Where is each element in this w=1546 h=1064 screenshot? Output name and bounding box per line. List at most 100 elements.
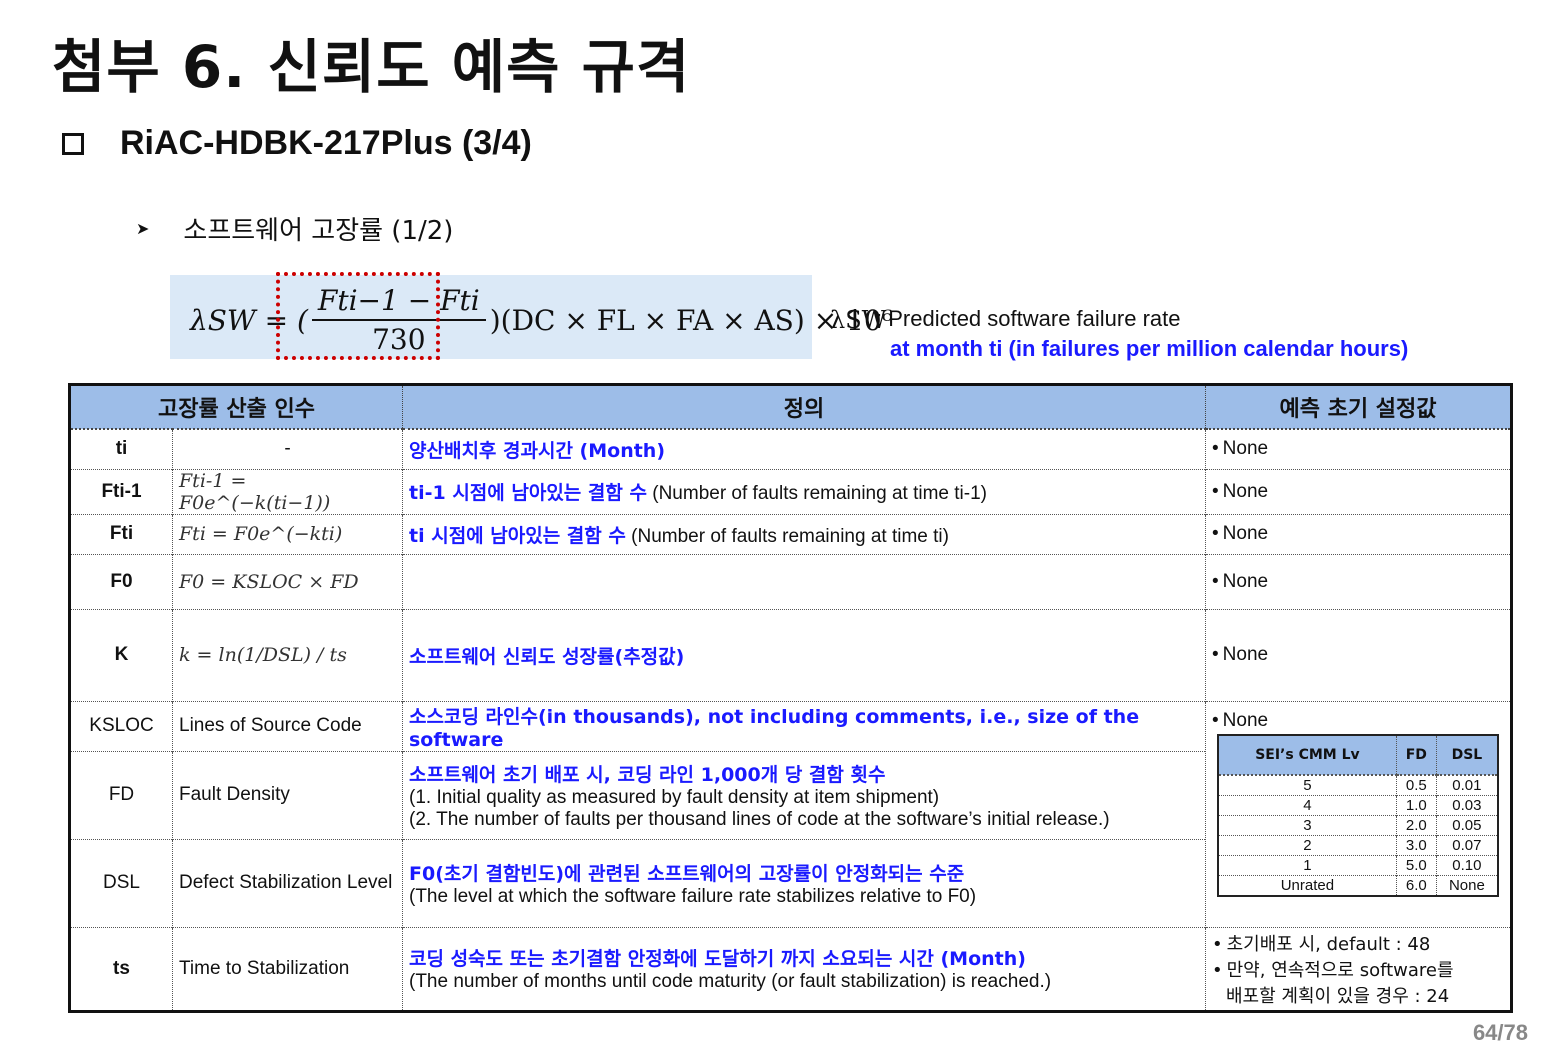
initial-value-line1: 초기배포 시, default : 48 [1226, 933, 1431, 955]
initial-value-sei: • None SEI’s CMM Lv FD DSL 5 0.5 0.01 4 1.0 0… [1205, 700, 1512, 927]
factor-definition: 소스코딩 라인수(in thousands), not including co… [402, 700, 1206, 751]
factor-definition: 소프트웨어 초기 배포 시, 코딩 라인 1,000개 당 결함 횟수 (1. … [402, 750, 1206, 839]
sei-cmm-table: SEI’s CMM Lv FD DSL 5 0.5 0.01 4 1.0 0.03 32… [1217, 733, 1499, 897]
factor-name: Lines of Source Code [172, 700, 403, 751]
sei-dsl: 0.07 [1435, 834, 1498, 855]
initial-value-text: None [1222, 523, 1269, 544]
header-definition: 정의 [402, 384, 1206, 430]
factor-definition: 소프트웨어 신뢰도 성장률(추정값) [402, 608, 1206, 701]
factor-symbol: DSL [69, 838, 173, 927]
table-row: ts Time to Stabilization 코딩 성숙도 또는 초기결함 … [69, 926, 1512, 1011]
initial-value-line3: 배포할 계획이 있을 경우 : 24 [1226, 985, 1450, 1007]
page-title: 첨부 6. 신뢰도 예측 규격 [52, 33, 691, 101]
definition-korean: 코딩 성숙도 또는 초기결함 안정화에 도달하기 까지 소요되는 시간 (Mon… [409, 948, 1026, 970]
checkbox-icon [62, 132, 84, 155]
factor-name: Time to Stabilization [172, 926, 403, 1011]
factor-symbol: FD [69, 750, 173, 839]
sei-fd: 2.0 [1395, 814, 1437, 835]
sei-fd: 5.0 [1395, 854, 1437, 875]
sei-row: 3 2.0 0.05 [1217, 814, 1498, 835]
definition-english: (Number of faults remaining at time ti) [631, 525, 949, 547]
sei-dsl: 0.03 [1435, 794, 1498, 815]
initial-value-text: None [1222, 709, 1269, 731]
initial-value: • None [1205, 428, 1512, 469]
sei-level: 2 [1217, 834, 1397, 855]
factor-definition: ti 시점에 남아있는 결함 수 (Number of faults remai… [402, 513, 1206, 554]
factor-name: Fault Density [172, 750, 403, 839]
factor-symbol: F0 [69, 553, 173, 609]
sei-fd: 1.0 [1395, 794, 1437, 815]
table-header-row: 고장률 산출 인수 정의 예측 초기 설정값 [69, 384, 1512, 430]
factor-equation: - [172, 428, 403, 469]
definition-korean: ti 시점에 남아있는 결함 수 [409, 524, 626, 547]
initial-value: • None [1205, 513, 1512, 554]
factor-symbol: Fti-1 [69, 468, 173, 514]
definition-korean: F0(초기 결함빈도)에 관련된 소프트웨어의 고장률이 안정화되는 수준 [409, 862, 965, 885]
factor-definition: ti-1 시점에 남아있는 결함 수 (Number of faults rem… [402, 468, 1206, 514]
initial-value-text: None [1222, 570, 1269, 592]
sei-dsl: 0.05 [1435, 814, 1498, 835]
definition-english: (The level at which the software failure… [409, 885, 977, 907]
table-row: Fti-1 Fti-1 = F0e^(−k(ti−1)) ti-1 시점에 남아… [69, 468, 1512, 514]
sei-row: 2 3.0 0.07 [1217, 834, 1498, 855]
page-number: 64/78 [1472, 1020, 1528, 1045]
factor-equation: Fti = F0e^(−kti) [172, 513, 403, 554]
definition-english: (The number of months until code maturit… [409, 971, 1052, 992]
factor-table: 고장률 산출 인수 정의 예측 초기 설정값 ti - 양산배치후 경과시간 (… [68, 383, 1513, 1013]
factor-definition: F0(초기 결함빈도)에 관련된 소프트웨어의 고장률이 안정화되는 수준 (T… [402, 838, 1206, 927]
sei-level: 1 [1217, 854, 1397, 875]
legend-description-2: at month ti (in failures per million cal… [890, 336, 1409, 361]
initial-value: • None [1205, 553, 1512, 609]
sei-row: 1 5.0 0.10 [1217, 854, 1498, 875]
initial-value-text: None [1222, 438, 1269, 460]
initial-value-text: None [1222, 644, 1269, 665]
table-row: K k = ln(1/DSL) / ts 소프트웨어 신뢰도 성장률(추정값) … [69, 608, 1512, 701]
table-row: F0 F0 = KSLOC × FD • None [69, 553, 1512, 609]
factor-definition [402, 553, 1206, 609]
sei-dsl: 0.01 [1435, 774, 1498, 795]
subsection-text: 소프트웨어 고장률 (1/2) [183, 216, 454, 246]
sei-fd: 3.0 [1395, 834, 1437, 855]
initial-value: • None [1205, 608, 1512, 701]
sei-level: Unrated [1217, 874, 1397, 896]
sei-header-dsl: DSL [1435, 734, 1498, 776]
sei-fd: 6.0 [1395, 874, 1437, 896]
definition-english-1: (1. Initial quality as measured by fault… [409, 786, 940, 808]
factor-symbol: Fti [69, 513, 173, 554]
sei-level: 5 [1217, 774, 1397, 795]
factor-equation: Fti-1 = F0e^(−k(ti−1)) [172, 468, 403, 514]
definition-english-2: (2. The number of faults per thousand li… [409, 808, 1110, 830]
sei-fd: 0.5 [1395, 774, 1437, 795]
factor-name: Defect Stabilization Level [172, 838, 403, 927]
legend-description: : Predicted software failure rate [876, 306, 1181, 331]
sei-row: Unrated 6.0 None [1217, 874, 1498, 896]
sei-header-level: SEI’s CMM Lv [1217, 734, 1397, 776]
definition-korean: 소프트웨어 초기 배포 시, 코딩 라인 1,000개 당 결함 횟수 [409, 763, 886, 786]
sei-row: 4 1.0 0.03 [1217, 794, 1498, 815]
table-row: ti - 양산배치후 경과시간 (Month) • None [69, 428, 1512, 469]
sei-dsl: None [1435, 874, 1498, 896]
sei-row: 5 0.5 0.01 [1217, 774, 1498, 795]
factor-symbol: KSLOC [69, 700, 173, 751]
section-heading: RiAC-HDBK-217Plus (3/4) [62, 124, 532, 163]
sei-level: 3 [1217, 814, 1397, 835]
subsection-heading: ➤ 소프트웨어 고장률 (1/2) [136, 210, 453, 247]
definition-english: (Number of faults remaining at time ti-1… [652, 483, 987, 504]
sei-header-fd: FD [1395, 734, 1437, 776]
sei-header-row: SEI’s CMM Lv FD DSL [1217, 734, 1498, 776]
initial-value-text: None [1222, 480, 1269, 502]
factor-equation: F0 = KSLOC × FD [172, 553, 403, 609]
sei-dsl: 0.10 [1435, 854, 1498, 875]
table-row: KSLOC Lines of Source Code 소스코딩 라인수(in t… [69, 700, 1512, 927]
factor-symbol: ti [69, 428, 173, 469]
table-row: Fti Fti = F0e^(−kti) ti 시점에 남아있는 결함 수 (N… [69, 513, 1512, 554]
definition-korean: ti-1 시점에 남아있는 결함 수 [409, 482, 647, 504]
factor-symbol: K [69, 608, 173, 701]
factor-definition: 양산배치후 경과시간 (Month) [402, 428, 1206, 469]
arrow-bullet-icon: ➤ [136, 219, 150, 238]
header-factor: 고장률 산출 인수 [69, 384, 403, 430]
initial-value-line2: 만약, 연속적으로 software를 [1226, 959, 1454, 981]
section-heading-text: RiAC-HDBK-217Plus (3/4) [120, 124, 532, 162]
factor-equation: k = ln(1/DSL) / ts [172, 608, 403, 701]
factor-symbol: ts [69, 926, 173, 1011]
